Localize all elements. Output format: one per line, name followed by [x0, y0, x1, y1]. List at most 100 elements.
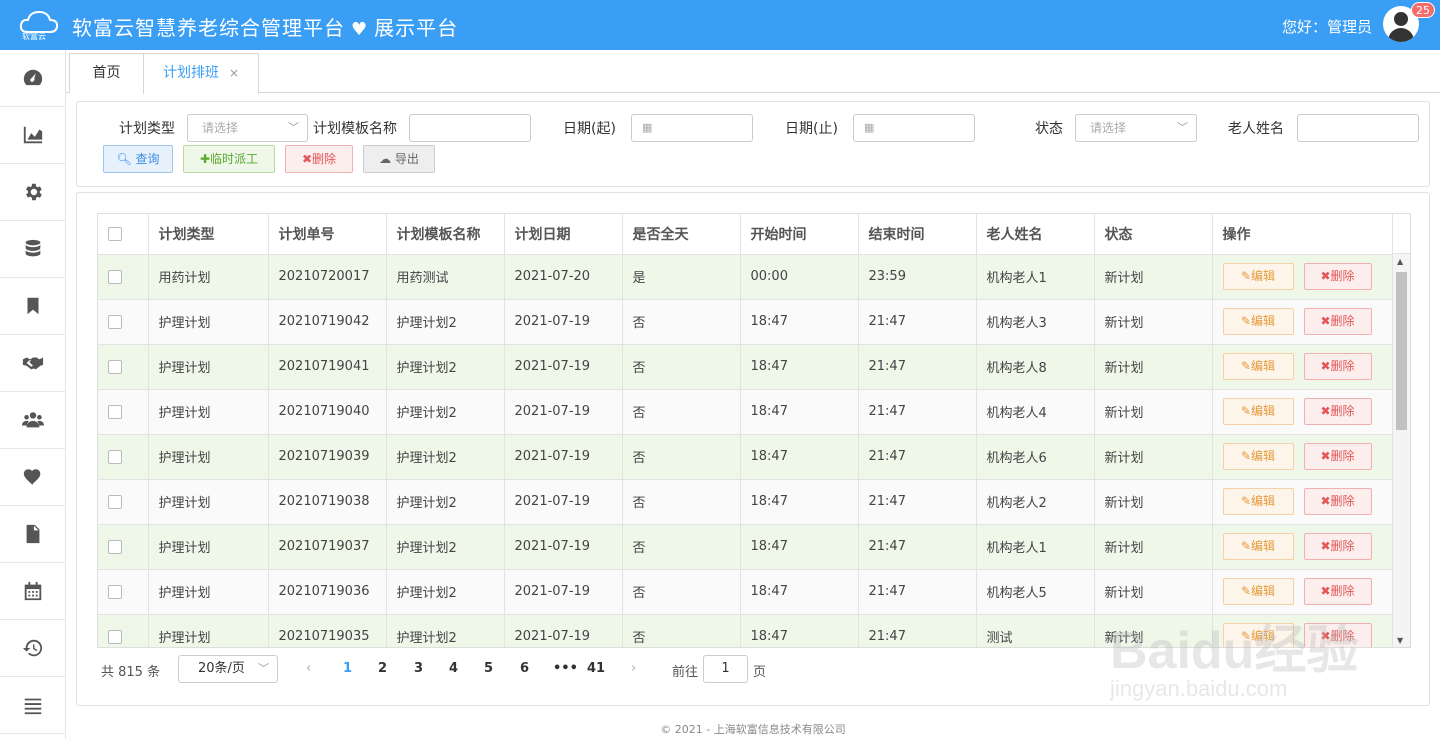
row-checkbox[interactable] [108, 584, 122, 599]
row-delete-button[interactable]: ✖删除 [1303, 443, 1372, 470]
row-delete-label: 删除 [1330, 539, 1355, 553]
scrollbar-thumb[interactable] [1396, 272, 1407, 430]
edit-button[interactable]: ✎编辑 [1222, 353, 1294, 380]
cell-plan-no: 20210719038 [268, 479, 387, 525]
cell-template-name: 护理计划2 [386, 524, 505, 570]
row-checkbox[interactable] [108, 404, 122, 419]
row-checkbox[interactable] [108, 494, 122, 509]
query-button[interactable]: 🔍︎ 查询 [103, 145, 173, 173]
edit-button[interactable]: ✎编辑 [1222, 308, 1294, 335]
edit-icon: ✎ [1240, 449, 1252, 463]
col-template-name[interactable]: 计划模板名称 [386, 214, 505, 255]
row-checkbox[interactable] [108, 629, 122, 644]
tab-plan-schedule[interactable]: 计划排班 × [143, 53, 259, 94]
cell-end-time: 21:47 [858, 299, 977, 345]
row-checkbox[interactable] [108, 449, 122, 464]
sidebar-item-document[interactable] [0, 506, 65, 563]
next-page-icon[interactable]: › [631, 661, 636, 676]
date-end-picker[interactable]: ▦ [853, 114, 975, 142]
status-select[interactable]: 请选择 ﹀ [1075, 114, 1197, 142]
col-all-day[interactable]: 是否全天 [622, 214, 741, 255]
select-all-checkbox-cell [98, 214, 149, 255]
col-elder-name[interactable]: 老人姓名 [976, 214, 1095, 255]
select-all-checkbox[interactable] [108, 226, 122, 241]
row-checkbox[interactable] [108, 539, 122, 554]
template-name-input[interactable] [409, 114, 531, 142]
prev-page-icon[interactable]: ‹ [306, 661, 311, 676]
sidebar-item-handshake[interactable] [0, 335, 65, 392]
col-status[interactable]: 状态 [1094, 214, 1213, 255]
sidebar-item-history[interactable] [0, 620, 65, 677]
row-delete-button[interactable]: ✖删除 [1303, 353, 1372, 380]
sidebar-item-users[interactable] [0, 392, 65, 449]
row-delete-button[interactable]: ✖删除 [1303, 488, 1372, 515]
page-6[interactable]: 6 [520, 661, 529, 676]
cell-end-time: 21:47 [858, 434, 977, 480]
edit-button[interactable]: ✎编辑 [1222, 488, 1294, 515]
page-3[interactable]: 3 [414, 661, 423, 676]
page-2[interactable]: 2 [378, 661, 387, 676]
table-row[interactable]: 护理计划 20210719038 护理计划2 2021-07-19 否 18:47 21:4… [98, 479, 1394, 525]
page-1[interactable]: 1 [343, 661, 352, 676]
plan-type-select[interactable]: 请选择 ﹀ [187, 114, 308, 142]
table-scrollbar[interactable]: ▲ ▼ [1392, 214, 1410, 647]
sidebar-item-health[interactable] [0, 449, 65, 506]
cell-plan-type: 护理计划 [148, 299, 269, 345]
sidebar-item-dashboard[interactable] [0, 50, 65, 107]
scroll-down-icon[interactable]: ▼ [1397, 636, 1403, 645]
app-logo[interactable]: 软富云 [18, 8, 60, 44]
scroll-up-icon[interactable]: ▲ [1397, 257, 1403, 266]
col-plan-no[interactable]: 计划单号 [268, 214, 387, 255]
edit-button[interactable]: ✎编辑 [1222, 263, 1294, 290]
tab-home[interactable]: 首页 [69, 53, 144, 93]
page-size-select[interactable]: 20条/页 ﹀ [178, 655, 278, 683]
col-end-time[interactable]: 结束时间 [858, 214, 977, 255]
col-start-time[interactable]: 开始时间 [740, 214, 859, 255]
row-checkbox[interactable] [108, 314, 122, 329]
table-row[interactable]: 护理计划 20210719036 护理计划2 2021-07-19 否 18:47 21:4… [98, 569, 1394, 615]
sidebar-item-settings[interactable] [0, 164, 65, 221]
table-row[interactable]: 护理计划 20210719037 护理计划2 2021-07-19 否 18:47 21:4… [98, 524, 1394, 570]
table-row[interactable]: 护理计划 20210719041 护理计划2 2021-07-19 否 18:47 21:4… [98, 344, 1394, 390]
temp-dispatch-button[interactable]: ✚临时派工 [183, 145, 275, 173]
goto-page-input[interactable]: 1 [703, 655, 748, 683]
cell-status: 新计划 [1094, 344, 1213, 390]
table-row[interactable]: 护理计划 20210719035 护理计划2 2021-07-19 否 18:47 21:4… [98, 614, 1394, 647]
user-greeting[interactable]: 您好：管理员 [1282, 16, 1372, 37]
row-delete-button[interactable]: ✖删除 [1303, 398, 1372, 425]
edit-button[interactable]: ✎编辑 [1222, 623, 1294, 647]
row-delete-label: 删除 [1330, 584, 1355, 598]
heart-icon [23, 469, 40, 486]
date-start-picker[interactable]: ▦ [631, 114, 753, 142]
row-delete-button[interactable]: ✖删除 [1303, 623, 1372, 647]
edit-button[interactable]: ✎编辑 [1222, 443, 1294, 470]
edit-button[interactable]: ✎编辑 [1222, 398, 1294, 425]
sidebar-item-database[interactable] [0, 221, 65, 278]
close-icon[interactable]: × [229, 66, 239, 80]
table-row[interactable]: 护理计划 20210719040 护理计划2 2021-07-19 否 18:47 21:4… [98, 389, 1394, 435]
row-checkbox[interactable] [108, 269, 122, 284]
page-5[interactable]: 5 [484, 661, 493, 676]
page-41[interactable]: 41 [587, 661, 605, 676]
sidebar-item-calendar[interactable] [0, 563, 65, 620]
notification-badge[interactable]: 25 [1411, 2, 1435, 18]
page-4[interactable]: 4 [449, 661, 458, 676]
edit-button[interactable]: ✎编辑 [1222, 533, 1294, 560]
export-button[interactable]: ☁ 导出 [363, 145, 435, 173]
table-row[interactable]: 护理计划 20210719039 护理计划2 2021-07-19 否 18:47 21:4… [98, 434, 1394, 480]
row-delete-button[interactable]: ✖删除 [1303, 308, 1372, 335]
delete-button[interactable]: ✖删除 [285, 145, 353, 173]
row-checkbox[interactable] [108, 359, 122, 374]
table-row[interactable]: 用药计划 20210720017 用药测试 2021-07-20 是 00:00 23:59… [98, 254, 1394, 300]
table-row[interactable]: 护理计划 20210719042 护理计划2 2021-07-19 否 18:47 21:4… [98, 299, 1394, 345]
elder-name-input[interactable] [1297, 114, 1419, 142]
row-delete-button[interactable]: ✖删除 [1303, 533, 1372, 560]
sidebar-item-bookmark[interactable] [0, 278, 65, 335]
row-delete-button[interactable]: ✖删除 [1303, 263, 1372, 290]
sidebar-item-chart[interactable] [0, 107, 65, 164]
edit-button[interactable]: ✎编辑 [1222, 578, 1294, 605]
col-plan-date[interactable]: 计划日期 [504, 214, 623, 255]
row-delete-button[interactable]: ✖删除 [1303, 578, 1372, 605]
page-ellipsis[interactable]: ••• [553, 661, 578, 676]
col-plan-type[interactable]: 计划类型 [148, 214, 269, 255]
